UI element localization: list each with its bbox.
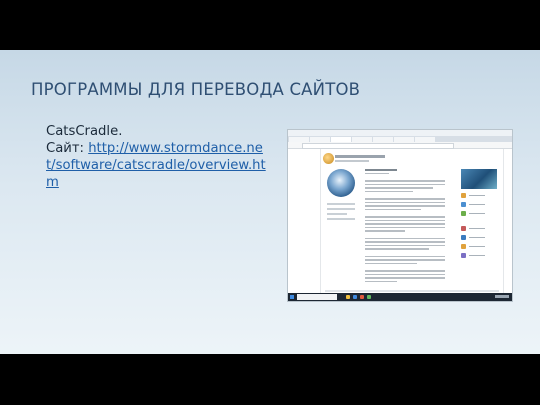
sidebar-link <box>461 202 501 207</box>
catscradle-logo-icon <box>327 169 355 197</box>
product-suffix: . <box>118 124 123 139</box>
sidebar-link <box>461 244 501 249</box>
slide-body: CatsCradle. Сайт: http://www.stormdance.… <box>46 123 268 191</box>
page-heading <box>335 155 385 158</box>
taskbar-icons <box>346 295 371 299</box>
sidebar-link <box>461 193 501 198</box>
sidebar-link <box>461 226 501 231</box>
taskbar-search <box>297 294 337 300</box>
sidebar-link <box>461 211 501 216</box>
promo-image <box>461 169 497 189</box>
product-line: CatsCradle. <box>46 123 268 140</box>
site-line: Сайт: http://www.stormdance.net/software… <box>46 140 268 191</box>
windows-taskbar <box>288 293 512 301</box>
sidebar-link <box>461 235 501 240</box>
web-page <box>320 149 504 296</box>
slide-title: ПРОГРАММЫ ДЛЯ ПЕРЕВОДА САЙТОВ <box>31 80 361 99</box>
sidebar-link <box>461 253 501 258</box>
website-screenshot <box>287 129 513 302</box>
address-bar <box>288 142 512 149</box>
page-subheading <box>335 160 369 162</box>
product-name: CatsCradle <box>46 124 119 139</box>
start-icon <box>290 295 294 299</box>
page-text <box>365 169 445 284</box>
taskbar-clock <box>495 295 509 298</box>
site-label: Сайт: <box>46 141 89 156</box>
site-logo-icon <box>323 153 334 164</box>
page-sidebar <box>461 169 501 258</box>
slide: ПРОГРАММЫ ДЛЯ ПЕРЕВОДА САЙТОВ CatsCradle… <box>0 50 540 354</box>
page-nav <box>327 203 355 223</box>
page-footer <box>325 290 499 292</box>
